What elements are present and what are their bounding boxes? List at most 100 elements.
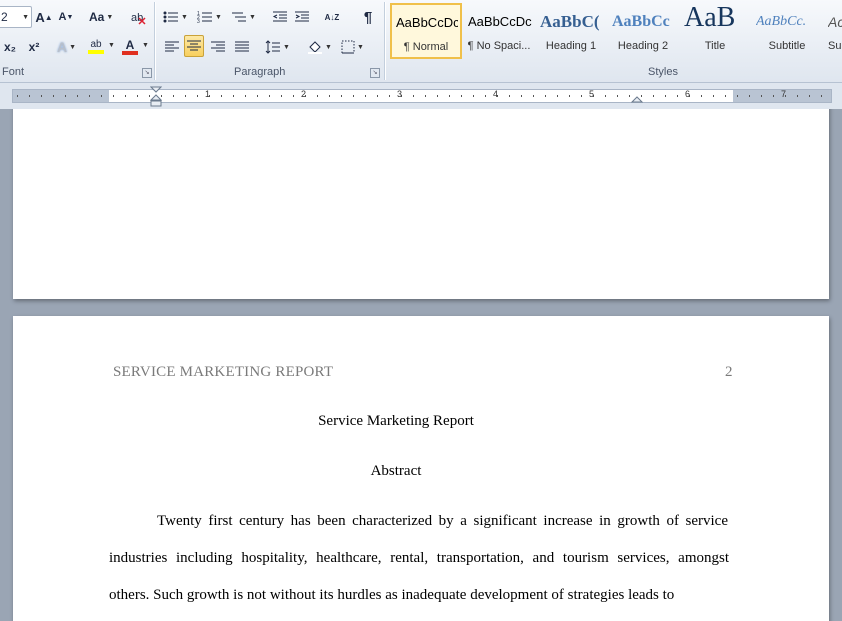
align-center-button[interactable] xyxy=(184,35,204,57)
ruler-tick xyxy=(185,95,186,97)
align-right-button[interactable] xyxy=(208,36,228,58)
ruler-number: 2 xyxy=(301,89,307,99)
ruler-tick xyxy=(365,95,366,97)
styles-group-label: Styles xyxy=(648,66,678,78)
ruler-tick xyxy=(293,95,294,97)
show-marks-button[interactable]: ¶ xyxy=(358,6,378,28)
font-size-value: 2 xyxy=(1,10,8,24)
bullets-button[interactable]: ▼ xyxy=(162,6,189,28)
ruler-tick xyxy=(101,95,102,97)
ruler-tick xyxy=(797,95,798,97)
highlight-dropdown-icon[interactable]: ▼ xyxy=(108,42,115,49)
ruler-tick xyxy=(521,95,522,97)
font-color-button[interactable]: A xyxy=(120,36,140,58)
ruler-tick xyxy=(461,95,462,97)
ruler-tick xyxy=(761,95,762,97)
style-subtitle[interactable]: AaBbCc. Subtitle xyxy=(751,3,823,59)
ruler-tick xyxy=(269,95,270,97)
line-spacing-button[interactable]: ▼ xyxy=(264,36,291,58)
style-title[interactable]: AaB Title xyxy=(679,2,751,59)
right-indent-marker-icon[interactable] xyxy=(631,93,643,105)
align-right-icon xyxy=(211,41,225,52)
increase-indent-button[interactable] xyxy=(292,6,312,28)
font-dialog-launcher-icon[interactable]: ↘ xyxy=(142,68,152,78)
shading-button[interactable]: ▼ xyxy=(306,36,333,58)
ruler-tick xyxy=(389,95,390,97)
ruler-tick xyxy=(509,95,510,97)
grow-font-button[interactable]: A ▲ xyxy=(34,6,54,28)
increase-indent-icon xyxy=(295,11,309,22)
ruler-tick xyxy=(341,95,342,97)
align-left-button[interactable] xyxy=(162,36,182,58)
style-heading-2[interactable]: AaBbCc Heading 2 xyxy=(607,3,679,59)
ruler-tick xyxy=(173,95,174,97)
clear-formatting-button[interactable]: ab xyxy=(128,6,148,28)
ruler-tick xyxy=(257,95,258,97)
font-size-box[interactable]: 2 ▼ xyxy=(0,6,32,28)
ruler-tick xyxy=(353,95,354,97)
ruler-tick xyxy=(725,95,726,97)
change-case-button[interactable]: Aa ▼ xyxy=(88,6,114,28)
ruler-tick xyxy=(413,95,414,97)
ruler-tick xyxy=(629,95,630,97)
ruler-tick xyxy=(809,95,810,97)
ribbon: 2 ▼ A ▲ A ▼ Aa ▼ ab x₂ x² A ▼ ab ▼ A ▼ Font ↘… xyxy=(0,0,842,83)
ruler-number: 5 xyxy=(589,89,595,99)
ruler-tick xyxy=(653,95,654,97)
decrease-indent-icon xyxy=(272,11,287,22)
ruler-tick xyxy=(533,95,534,97)
body-line: Twenty first century has been characteri… xyxy=(157,513,728,529)
line-spacing-icon xyxy=(265,40,280,54)
borders-button[interactable]: ▼ xyxy=(340,36,365,58)
page-1[interactable] xyxy=(13,109,829,299)
page-2[interactable]: SERVICE MARKETING REPORT 2 Service Marke… xyxy=(13,316,829,621)
ruler-tick xyxy=(377,95,378,97)
highlight-color-bar xyxy=(88,50,104,54)
first-line-indent-marker-icon[interactable] xyxy=(150,86,162,110)
style-subtle-emphasis[interactable]: Ac Su xyxy=(823,3,842,59)
font-color-dropdown-icon[interactable]: ▼ xyxy=(142,42,149,49)
ruler-tick xyxy=(737,95,738,97)
font-color-bar xyxy=(122,51,138,55)
ruler-tick xyxy=(17,95,18,97)
ruler-tick xyxy=(221,95,222,97)
body-line: others. Such growth is not without its h… xyxy=(109,587,675,603)
style-heading-1[interactable]: AaBbC( Heading 1 xyxy=(535,3,607,59)
ruler-left-margin xyxy=(13,90,109,102)
style-no-spacing[interactable]: AaBbCcDc ¶ No Spaci... xyxy=(463,3,535,59)
ruler-tick xyxy=(749,95,750,97)
paint-bucket-icon xyxy=(308,41,322,54)
style-normal[interactable]: AaBbCcDc ¶ Normal xyxy=(390,3,462,59)
font-group-label: Font xyxy=(2,66,25,78)
numbering-icon: 123 xyxy=(197,11,212,24)
borders-icon xyxy=(341,40,355,54)
ruler-tick xyxy=(125,95,126,97)
ruler-number: 4 xyxy=(493,89,499,99)
paragraph-dialog-launcher-icon[interactable]: ↘ xyxy=(370,68,380,78)
page-number: 2 xyxy=(725,364,733,380)
justify-button[interactable] xyxy=(232,36,252,58)
horizontal-ruler[interactable]: 1 2 3 4 5 6 7 xyxy=(12,89,832,103)
superscript-button[interactable]: x² xyxy=(24,36,44,58)
ruler-tick xyxy=(317,95,318,97)
pilcrow-icon: ¶ xyxy=(363,8,373,26)
svg-text:3: 3 xyxy=(197,19,200,24)
numbering-button[interactable]: 1 2 3 ▼ xyxy=(196,6,223,28)
decrease-indent-button[interactable] xyxy=(270,6,290,28)
ruler-tick xyxy=(281,95,282,97)
highlight-button[interactable]: ab xyxy=(86,36,106,58)
sort-button[interactable]: A↓Z xyxy=(322,6,342,28)
ruler-tick xyxy=(89,95,90,97)
subscript-button[interactable]: x₂ xyxy=(0,36,20,58)
group-separator xyxy=(154,2,155,80)
ruler-tick xyxy=(557,95,558,97)
ruler-number: 7 xyxy=(781,89,787,99)
multilevel-list-button[interactable]: ▼ xyxy=(230,6,257,28)
ruler-tick xyxy=(329,95,330,97)
document-canvas[interactable]: SERVICE MARKETING REPORT 2 Service Marke… xyxy=(0,109,842,621)
ruler-tick xyxy=(53,95,54,97)
group-separator xyxy=(384,2,385,80)
text-effects-button[interactable]: A ▼ xyxy=(56,36,77,58)
justify-icon xyxy=(235,41,249,52)
shrink-font-button[interactable]: A ▼ xyxy=(56,6,76,28)
